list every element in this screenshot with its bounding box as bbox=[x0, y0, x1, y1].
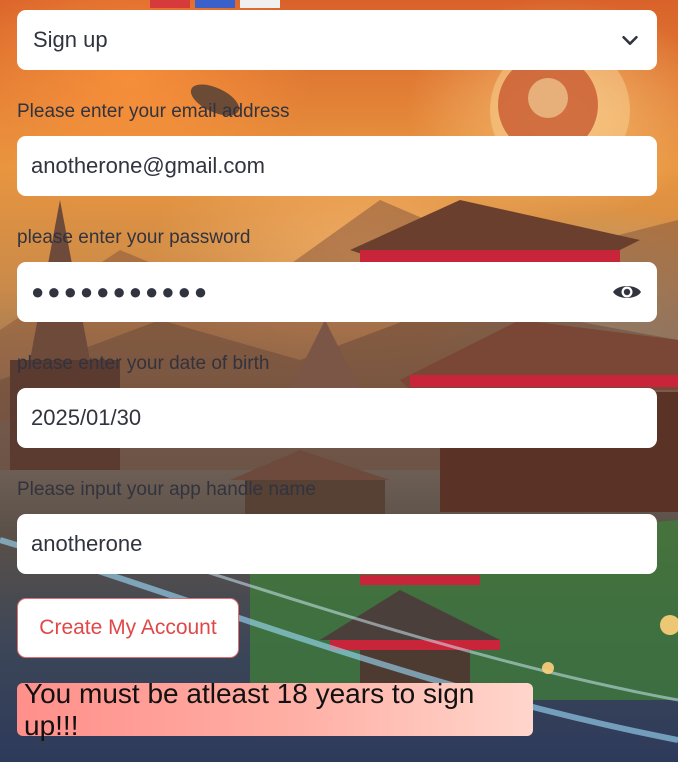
email-input[interactable]: anotherone@gmail.com bbox=[17, 136, 657, 196]
auth-mode-select-value: Sign up bbox=[33, 27, 108, 52]
handle-label: Please input your app handle name bbox=[17, 479, 316, 500]
password-input[interactable]: ●●●●●●●●●●● bbox=[17, 262, 657, 322]
signup-form: Sign up Please enter your email address … bbox=[0, 0, 678, 762]
dob-input-value: 2025/01/30 bbox=[31, 405, 142, 430]
email-label: Please enter your email address bbox=[17, 101, 290, 122]
handle-input[interactable]: anotherone bbox=[17, 514, 657, 574]
create-account-button[interactable]: Create My Account bbox=[17, 598, 239, 658]
error-alert: You must be atleast 18 years to sign up!… bbox=[17, 678, 533, 741]
dob-label: please enter your date of birth bbox=[17, 353, 270, 374]
handle-input-value: anotherone bbox=[31, 531, 143, 556]
auth-mode-select[interactable]: Sign up bbox=[17, 10, 657, 70]
chevron-down-icon[interactable] bbox=[619, 29, 641, 51]
email-input-value: anotherone@gmail.com bbox=[31, 153, 265, 178]
password-label: please enter your password bbox=[17, 227, 251, 248]
eye-icon[interactable] bbox=[611, 281, 643, 303]
password-input-value: ●●●●●●●●●●● bbox=[31, 279, 211, 304]
dob-input[interactable]: 2025/01/30 bbox=[17, 388, 657, 448]
